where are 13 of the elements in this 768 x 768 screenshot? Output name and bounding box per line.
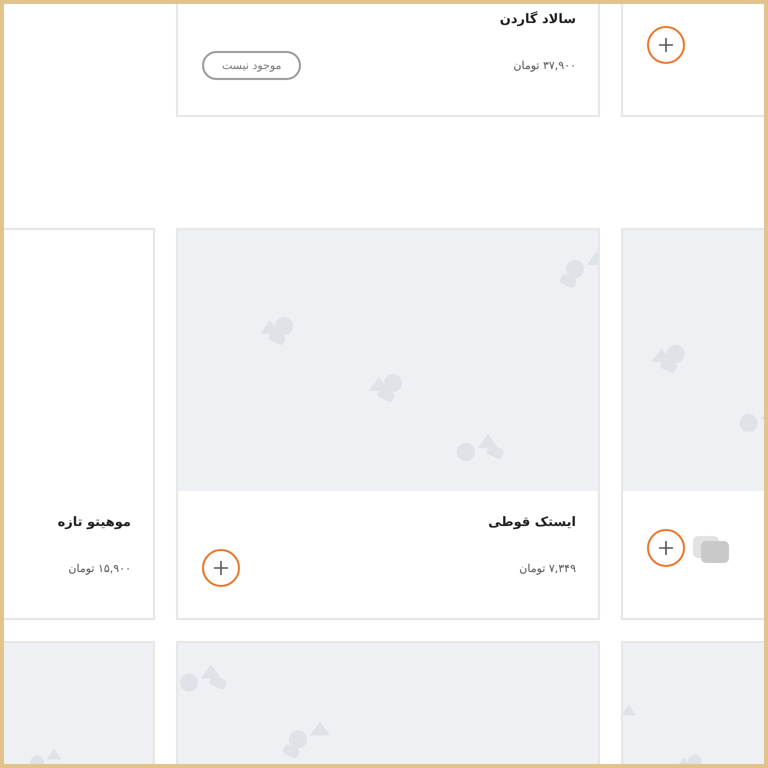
product-name: ایستک قوطی bbox=[488, 514, 576, 532]
product-price: ۱۵,۹۰۰ تومان bbox=[68, 562, 131, 574]
add-button[interactable] bbox=[647, 529, 685, 567]
product-name: سالاد گاردن bbox=[500, 10, 576, 29]
plus-icon bbox=[212, 559, 230, 577]
unavailable-badge: موجود نیست bbox=[202, 50, 302, 80]
plus-icon bbox=[657, 36, 675, 54]
plus-icon bbox=[657, 539, 675, 557]
add-button[interactable] bbox=[202, 549, 240, 587]
product-price: ۳۷,۹۰۰ تومان bbox=[513, 58, 576, 72]
product-price: ۷,۳۴۹ تومان bbox=[519, 562, 576, 574]
add-button[interactable] bbox=[647, 26, 685, 64]
product-name: موهیتو تازه bbox=[58, 514, 131, 532]
